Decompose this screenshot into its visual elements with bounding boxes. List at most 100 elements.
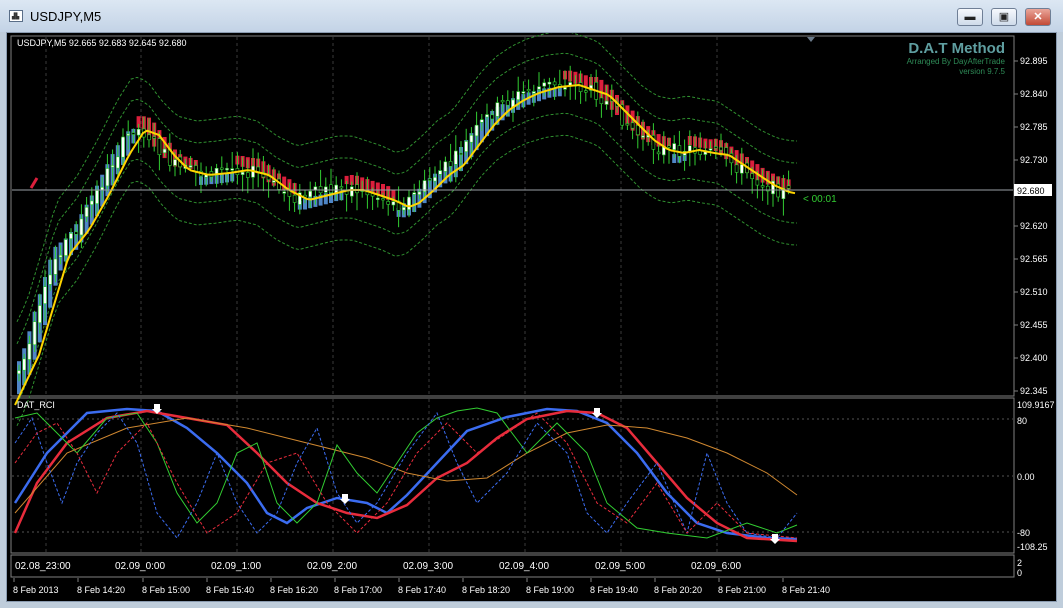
candle-body xyxy=(105,168,110,187)
indicator-tick-label: 109.9167 xyxy=(1017,400,1055,410)
candle-body xyxy=(116,156,120,169)
time-panel-scale: 2 xyxy=(1017,558,1022,568)
candle-body xyxy=(162,148,167,153)
rci-lines xyxy=(13,404,798,544)
chart-area[interactable]: USDJPY,M5 92.665 92.683 92.645 92.680 D.… xyxy=(6,30,1057,602)
candle-body xyxy=(152,136,156,139)
candle-body xyxy=(531,91,536,94)
time-tick-label: 8 Feb 19:00 xyxy=(526,585,574,595)
time-label: 02.09_6:00 xyxy=(691,561,741,572)
time-label: 02.09_1:00 xyxy=(211,561,261,572)
main-panel-frame xyxy=(10,35,1015,397)
candle-body xyxy=(417,191,422,195)
indicator-tick-label: 80 xyxy=(1017,416,1027,426)
candle-body xyxy=(334,184,339,194)
candle-body xyxy=(490,114,495,120)
candle-body xyxy=(459,152,463,155)
signal-mark xyxy=(29,177,39,189)
candle-body xyxy=(43,286,47,304)
time-label: 02.08_23:00 xyxy=(15,561,71,572)
candle-body xyxy=(37,305,42,324)
candle-body xyxy=(552,81,557,86)
price-tick-label: 92.895 xyxy=(1020,56,1048,66)
indicator-tick-label: -80 xyxy=(1017,528,1030,538)
candle-body xyxy=(69,233,73,239)
candle-body xyxy=(121,136,125,158)
candle-body xyxy=(95,190,99,204)
signal-arrow-icon xyxy=(340,494,350,504)
candle-body xyxy=(469,135,474,143)
candle-body xyxy=(292,194,297,203)
candle-body xyxy=(474,124,479,137)
candle-body xyxy=(438,170,443,175)
candle-body xyxy=(17,370,21,375)
candle-body xyxy=(375,197,380,200)
candle-body xyxy=(110,165,115,168)
price-tick-label: 92.620 xyxy=(1020,221,1048,231)
candle-body xyxy=(220,167,224,170)
candle-body xyxy=(708,148,713,151)
candle-body xyxy=(22,358,26,371)
candle-body xyxy=(537,86,541,90)
candle-body xyxy=(90,200,94,205)
shift-marker-icon[interactable] xyxy=(807,37,815,42)
minimize-button[interactable]: ▬ xyxy=(957,8,983,26)
time-panel: 02.08_23:00 02.09_0:00 02.09_1:00 02.09_2:0… xyxy=(15,558,1022,578)
price-tick-label: 92.345 xyxy=(1020,386,1048,396)
close-button[interactable]: ✕ xyxy=(1025,8,1051,26)
price-tick-label: 92.565 xyxy=(1020,254,1048,264)
candle-body xyxy=(542,82,547,87)
candle-body xyxy=(713,146,718,149)
envelope-bands xyxy=(16,30,798,427)
candle-body xyxy=(401,207,406,211)
candle-body xyxy=(583,90,588,93)
price-tick-label: 92.785 xyxy=(1020,122,1048,132)
chart-canvas[interactable]: USDJPY,M5 92.665 92.683 92.645 92.680 D.… xyxy=(7,30,1056,601)
indicator-axis: 109.9167 80 0.00 -80 -108.25 xyxy=(1017,400,1055,552)
candle-body xyxy=(719,146,723,151)
price-tick-label: 92.510 xyxy=(1020,287,1048,297)
envelope-band xyxy=(16,30,798,323)
candle-body xyxy=(136,128,141,136)
candle-body xyxy=(74,231,78,235)
price-axis: 92.895 92.840 92.785 92.730 92.620 92.565 92.5… xyxy=(1014,56,1048,396)
time-tick-label: 8 Feb 15:00 xyxy=(142,585,190,595)
candle-body xyxy=(547,81,552,85)
candle-body xyxy=(329,184,333,193)
brand-subtitle: Arranged By DayAfterTrade xyxy=(907,57,1006,66)
candle-body xyxy=(521,91,526,94)
candle-body xyxy=(750,173,755,180)
candle-body xyxy=(58,255,63,258)
candle-body xyxy=(349,186,354,197)
candle-body xyxy=(282,191,287,194)
time-tick-label: 8 Feb 21:40 xyxy=(782,585,830,595)
chart-window-icon: ▟▙ xyxy=(9,10,23,22)
time-label: 02.09_5:00 xyxy=(595,561,645,572)
symbol-info: USDJPY,M5 92.665 92.683 92.645 92.680 xyxy=(17,38,186,48)
restore-button[interactable]: ▣ xyxy=(991,8,1017,26)
price-tick-label: 92.840 xyxy=(1020,89,1048,99)
window-title: USDJPY,M5 xyxy=(30,9,102,24)
time-tick-label: 8 Feb 2013 xyxy=(13,585,59,595)
candle-body xyxy=(131,132,136,135)
candle-body xyxy=(147,134,151,141)
candle-body xyxy=(625,123,630,126)
candle-body xyxy=(786,185,791,189)
candle-body xyxy=(79,218,84,236)
candle-body xyxy=(667,145,671,148)
time-tick-label: 8 Feb 21:00 xyxy=(718,585,766,595)
candles xyxy=(17,65,791,395)
candle-body xyxy=(453,150,458,165)
candle-body xyxy=(433,177,437,182)
candle-body xyxy=(48,274,53,285)
current-price-label: 92.680 xyxy=(1017,186,1045,196)
candle-body xyxy=(734,164,739,173)
candle-body xyxy=(724,147,729,155)
candle-body xyxy=(641,135,645,138)
time-tick-label: 8 Feb 20:20 xyxy=(654,585,702,595)
title-bar[interactable]: ▟▙ USDJPY,M5 ▬ ▣ ✕ xyxy=(0,0,1063,32)
time-label: 02.09_3:00 xyxy=(403,561,453,572)
candle-body xyxy=(630,122,635,129)
brand-version: version 9.7.5 xyxy=(959,67,1005,76)
candle-body xyxy=(443,161,448,172)
